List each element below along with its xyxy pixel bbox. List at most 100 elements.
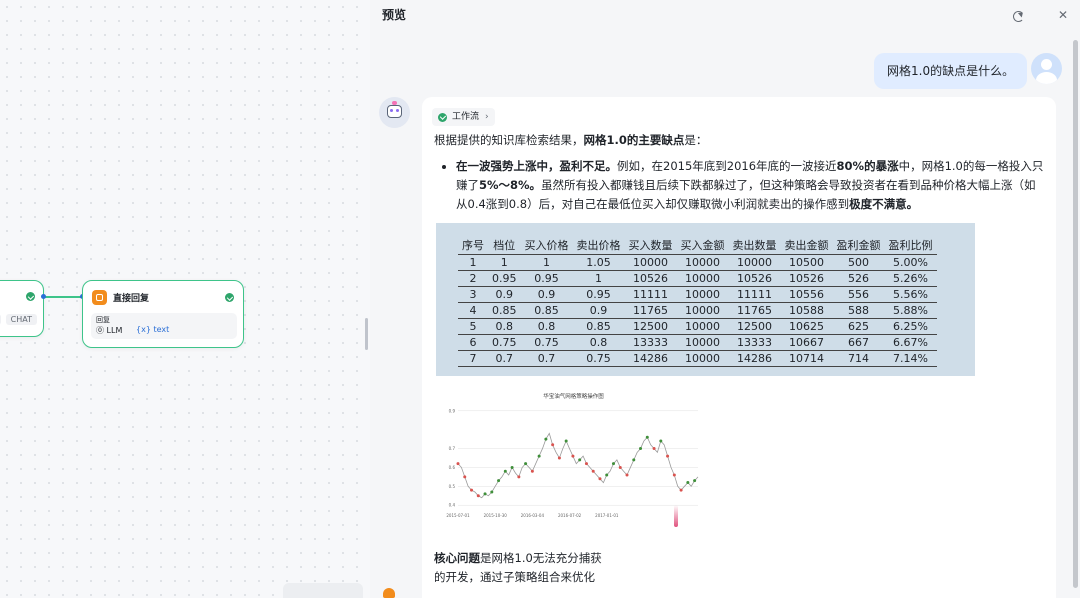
y-tick-label: 0.5 xyxy=(449,484,456,489)
table-header: 序号 xyxy=(458,234,488,255)
sell-marker xyxy=(497,479,501,483)
sell-marker xyxy=(544,437,548,441)
table-cell: 10000 xyxy=(676,270,729,287)
table-cell: 5.00% xyxy=(884,254,937,271)
answer-bullets: 在一波强势上涨中，盈利不足。例如，在2015年底到2016年底的一波接近80%的… xyxy=(434,157,1046,214)
table-row: 4 0.85 0.85 0.9 11765 10000 11765 10588 588 5.88% xyxy=(458,302,937,319)
buy-marker xyxy=(551,443,555,447)
table-cell: 10000 xyxy=(676,334,729,351)
buy-marker xyxy=(530,469,534,473)
workflow-canvas[interactable]: ... CHAT 直接回复 回复 ⓪ LLM {x} text xyxy=(0,0,370,598)
table-cell: 13333 xyxy=(624,334,677,351)
y-tick-label: 0.7 xyxy=(449,446,456,451)
table-row: 3 0.9 0.9 0.95 11111 10000 11111 10556 556 5.56% xyxy=(458,286,937,303)
table-cell: 0.75 xyxy=(488,334,521,351)
table-cell: 0.85 xyxy=(520,302,573,319)
table-cell: 0.75 xyxy=(572,350,625,367)
table-cell: 7.14% xyxy=(884,350,937,367)
table-cell: 2 xyxy=(458,270,488,287)
reply-node[interactable]: 直接回复 回复 ⓪ LLM {x} text xyxy=(82,280,244,348)
table-cell: 0.85 xyxy=(572,318,625,335)
sell-marker xyxy=(578,458,582,462)
table-header: 盈利金额 xyxy=(832,234,885,255)
table-cell: 667 xyxy=(832,334,885,351)
sell-marker xyxy=(632,458,636,462)
sell-marker xyxy=(503,469,507,473)
buy-marker xyxy=(470,488,474,492)
x-tick-label: 2015-10-30 xyxy=(484,513,508,518)
table-cell: 13333 xyxy=(728,334,781,351)
table-cell: 10000 xyxy=(676,318,729,335)
table-row: 5 0.8 0.8 0.85 12500 10000 12500 10625 625 6.25% xyxy=(458,318,937,335)
table-cell: 1 xyxy=(458,254,488,271)
bot-avatar xyxy=(379,97,410,128)
reply-node-title: 直接回复 xyxy=(113,294,150,304)
table-header: 卖出价格 xyxy=(572,234,625,255)
app-logo-icon xyxy=(383,588,395,598)
table-cell: 10588 xyxy=(780,302,833,319)
panel-resize-handle[interactable] xyxy=(365,318,368,350)
sell-marker xyxy=(483,492,487,496)
sell-marker xyxy=(510,465,514,469)
scrollbar[interactable] xyxy=(1073,40,1078,588)
canvas-toolbar[interactable] xyxy=(283,583,363,598)
buy-marker xyxy=(598,477,602,481)
table-cell: 10625 xyxy=(780,318,833,335)
buy-marker xyxy=(584,462,588,466)
upstream-node[interactable]: ... CHAT xyxy=(0,280,44,337)
table-cell: 0.9 xyxy=(572,302,625,319)
loading-indicator xyxy=(674,505,678,527)
table-cell: 10000 xyxy=(676,302,729,319)
close-icon[interactable]: ✕ xyxy=(1058,8,1068,22)
table-cell: 1.05 xyxy=(572,254,625,271)
table-cell: 0.7 xyxy=(488,350,521,367)
table-cell: 588 xyxy=(832,302,885,319)
answer-footer: 核心问题是网格1.0无法充分捕获 的开发，通过子策略组合来优化 xyxy=(434,551,602,584)
table-cell: 10000 xyxy=(676,286,729,303)
user-avatar xyxy=(1031,53,1062,84)
list-item: 在一波强势上涨中，盈利不足。例如，在2015年底到2016年底的一波接近80%的… xyxy=(456,157,1046,214)
table-cell: 10000 xyxy=(676,254,729,271)
table-cell: 0.75 xyxy=(520,334,573,351)
table-cell: 0.85 xyxy=(488,302,521,319)
sell-marker xyxy=(645,435,649,439)
sell-marker xyxy=(564,439,568,443)
answer-intro: 根据提供的知识库检索结果，网格1.0的主要缺点是： xyxy=(434,133,708,147)
buy-marker xyxy=(625,473,629,477)
chevron-right-icon: › xyxy=(485,112,489,122)
table-cell: 11765 xyxy=(624,302,677,319)
table-header: 买入价格 xyxy=(520,234,573,255)
workflow-tag[interactable]: 工作流 › xyxy=(432,108,495,126)
table-cell: 0.95 xyxy=(520,270,573,287)
table-cell: 5.88% xyxy=(884,302,937,319)
sell-marker xyxy=(537,454,541,458)
reply-box-variable: {x} text xyxy=(136,325,170,334)
buy-marker xyxy=(476,494,480,498)
sell-marker xyxy=(693,479,697,483)
table-cell: 10667 xyxy=(780,334,833,351)
table-cell: 5 xyxy=(458,318,488,335)
table-cell: 6 xyxy=(458,334,488,351)
bot-message: 工作流 › 根据提供的知识库检索结果，网格1.0的主要缺点是： 在一波强势上涨中，… xyxy=(422,97,1056,598)
reply-box-source: ⓪ LLM xyxy=(96,326,123,335)
buy-marker xyxy=(557,456,561,460)
table-cell: 714 xyxy=(832,350,885,367)
table-cell: 12500 xyxy=(624,318,677,335)
workflow-tag-label: 工作流 xyxy=(452,112,480,122)
reply-config-box: 回复 ⓪ LLM {x} text xyxy=(91,313,237,339)
table-cell: 556 xyxy=(832,286,885,303)
table-cell: 10556 xyxy=(780,286,833,303)
table-cell: 5.26% xyxy=(884,270,937,287)
table-cell: 6.67% xyxy=(884,334,937,351)
table-row: 6 0.75 0.75 0.8 13333 10000 13333 10667 667 6.67% xyxy=(458,334,937,351)
buy-marker xyxy=(652,447,656,451)
table-cell: 10000 xyxy=(728,254,781,271)
buy-marker xyxy=(571,454,575,458)
grid-table-image: 序号 档位 买入价格 卖出价格 买入数量 买入金额 卖出数量 卖出金额 盈利金额 盈利比例 111… xyxy=(436,223,975,376)
refresh-icon[interactable] xyxy=(1013,11,1024,22)
x-tick-label: 2016-07-02 xyxy=(558,513,582,518)
buy-marker xyxy=(517,475,521,479)
sell-marker xyxy=(659,439,663,443)
buy-marker xyxy=(463,475,467,479)
table-cell: 0.9 xyxy=(488,286,521,303)
